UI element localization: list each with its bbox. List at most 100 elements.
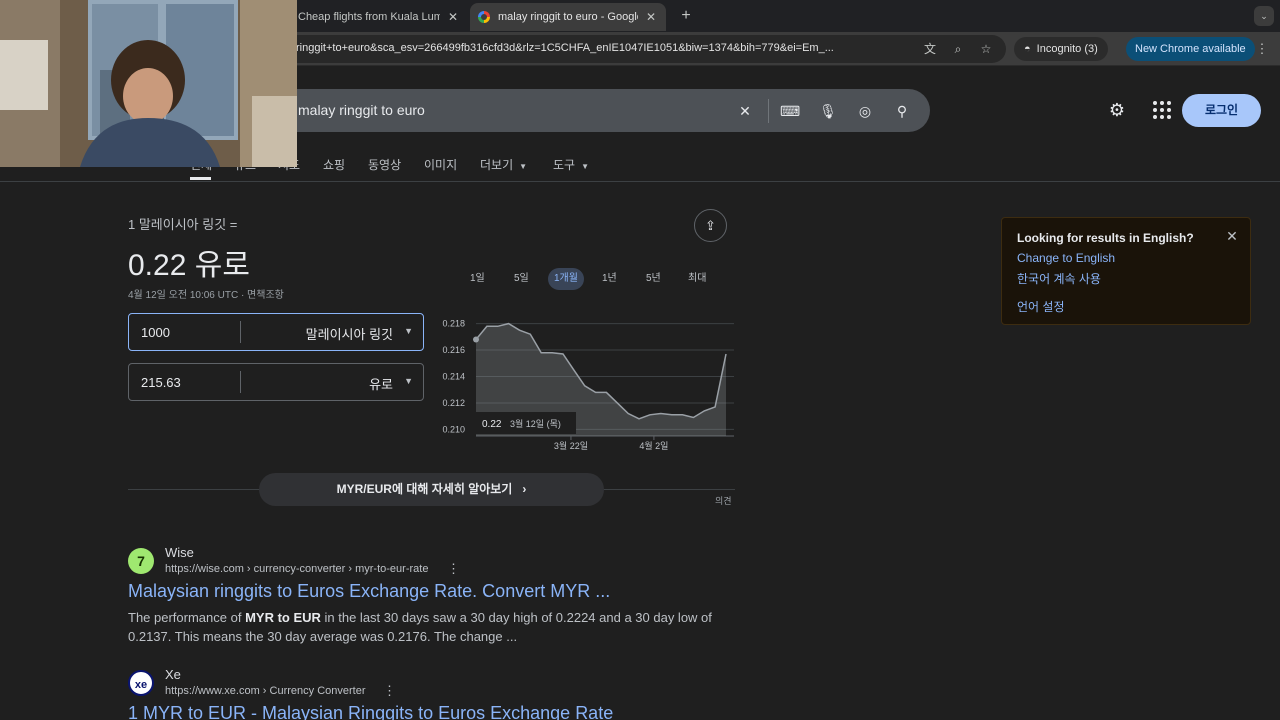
url-text[interactable]: ringgit+to+euro&sca_esv=266499fb316cfd3d… <box>296 42 916 54</box>
range-1d[interactable]: 1일 <box>464 268 491 290</box>
microphone-icon[interactable]: 🎙 <box>818 101 838 121</box>
clear-icon[interactable]: ✕ <box>735 101 755 121</box>
dropdown-arrow-icon[interactable]: ▼ <box>404 326 413 336</box>
keyboard-icon[interactable]: ⌨ <box>780 101 800 121</box>
language-settings-link[interactable]: 언어 설정 <box>1017 298 1065 315</box>
caret-down-icon: ▼ <box>519 162 528 171</box>
webcam-feed-image <box>0 0 297 167</box>
tab-tools[interactable]: 도구 ▼ <box>553 156 589 173</box>
y-tick-label: 0.216 <box>442 345 465 355</box>
y-tick-label: 0.212 <box>442 398 465 408</box>
login-button[interactable]: 로그인 <box>1182 94 1261 127</box>
header-divider <box>0 181 1280 182</box>
result-title-link[interactable]: 1 MYR to EUR - Malaysian Ringgits to Eur… <box>128 703 613 720</box>
tab-title: malay ringgit to euro - Google Search <box>498 11 638 23</box>
converter-result: 0.22 유로 <box>128 249 250 282</box>
amount-to-field[interactable]: 215.63 유로 ▼ <box>128 363 424 401</box>
range-1m[interactable]: 1개월 <box>548 268 584 290</box>
wise-logo-icon: 7 <box>128 548 154 574</box>
exchange-rate-chart[interactable]: 0.218 0.216 0.214 0.212 0.210 3월 22일 4월 2일 0.22… <box>436 306 736 456</box>
tab-search-button[interactable]: ⌄ <box>1254 6 1274 26</box>
currency-to-select[interactable]: 유로 <box>369 374 393 393</box>
close-icon[interactable]: ✕ <box>446 10 460 24</box>
continue-korean-link[interactable]: 한국어 계속 사용 <box>1017 270 1101 287</box>
snippet-highlight: MYR to EUR <box>245 610 321 625</box>
search-icon[interactable]: ⚲ <box>892 101 912 121</box>
xe-logo-icon: xe <box>128 670 154 696</box>
learn-more-label: MYR/EUR에 대해 자세히 알아보기 <box>336 482 513 496</box>
update-label: New Chrome available <box>1135 43 1246 55</box>
caret-down-icon: ▼ <box>581 162 590 171</box>
divider <box>240 321 241 343</box>
currency-from-select[interactable]: 말레이시아 링깃 <box>306 324 393 343</box>
incognito-button[interactable]: ◓ Incognito (3) <box>1014 37 1108 61</box>
y-tick-label: 0.218 <box>442 319 465 329</box>
tab-more[interactable]: 더보기 ▼ <box>480 156 527 173</box>
bookmark-star-icon[interactable]: ☆ <box>978 41 994 57</box>
google-favicon-icon <box>478 11 490 23</box>
chart-range-tabs: 1일 5일 1개월 1년 5년 최대 <box>458 266 728 292</box>
language-suggestion-popup: Looking for results in English? ✕ Change… <box>1001 217 1251 325</box>
x-tick-label: 4월 2일 <box>639 440 668 451</box>
settings-gear-icon[interactable]: ⚙ <box>1106 99 1128 121</box>
tab-tools-label: 도구 <box>553 158 576 172</box>
active-tab-indicator <box>190 177 211 180</box>
amount-to-input[interactable]: 215.63 <box>141 375 181 390</box>
converter-timestamp: 4월 12일 오전 10:06 UTC · 면책조항 <box>128 290 284 301</box>
amount-from-field[interactable]: 1000 말레이시아 링깃 ▼ <box>128 313 424 351</box>
tooltip-value: 0.22 <box>482 419 502 430</box>
more-options-icon[interactable]: ⋮ <box>383 683 396 699</box>
divider <box>240 371 241 393</box>
apps-grid-icon[interactable] <box>1150 99 1172 121</box>
chevron-right-icon: › <box>515 482 527 496</box>
tab-title: Cheap flights from Kuala Lumpur <box>298 11 440 23</box>
share-icon: ⇪ <box>705 218 716 233</box>
tab-cheap-flights[interactable]: Cheap flights from Kuala Lumpur ✕ <box>290 3 468 31</box>
tab-more-label: 더보기 <box>480 158 514 172</box>
result-url[interactable]: https://www.xe.com › Currency Converter <box>165 685 366 697</box>
range-5d[interactable]: 5일 <box>508 268 535 290</box>
close-icon[interactable]: ✕ <box>1224 228 1240 244</box>
popup-title: Looking for results in English? <box>1017 231 1194 245</box>
address-bar[interactable]: ringgit+to+euro&sca_esv=266499fb316cfd3d… <box>200 35 1006 63</box>
update-chrome-button[interactable]: New Chrome available <box>1126 37 1255 61</box>
incognito-label: Incognito (3) <box>1036 43 1098 55</box>
y-tick-label: 0.210 <box>442 424 465 434</box>
learn-more-button[interactable]: MYR/EUR에 대해 자세히 알아보기 › <box>259 473 604 506</box>
zoom-icon[interactable]: ⌕ <box>950 41 966 57</box>
x-tick-label: 3월 22일 <box>554 440 588 451</box>
dropdown-arrow-icon[interactable]: ▼ <box>404 376 413 386</box>
snippet-text: The performance of <box>128 610 246 625</box>
result-title-link[interactable]: Malaysian ringgits to Euros Exchange Rat… <box>128 581 610 602</box>
tab-videos[interactable]: 동영상 <box>368 156 401 173</box>
share-button[interactable]: ⇪ <box>694 209 727 242</box>
divider <box>768 99 769 123</box>
result-site-name[interactable]: Wise <box>165 545 194 560</box>
close-icon[interactable]: ✕ <box>644 10 658 24</box>
search-input[interactable]: malay ringgit to euro <box>298 102 425 118</box>
browser-menu-icon[interactable]: ⋮ <box>1254 40 1270 58</box>
new-tab-button[interactable]: + <box>676 6 696 26</box>
translate-icon[interactable]: 文 <box>922 41 938 57</box>
range-1y[interactable]: 1년 <box>596 268 623 290</box>
webcam-overlay <box>0 0 297 167</box>
incognito-icon: ◓ <box>1024 43 1031 55</box>
tooltip-date: 3월 12일 (목) <box>510 418 561 429</box>
result-site-name[interactable]: Xe <box>165 667 181 682</box>
search-box[interactable]: malay ringgit to euro ✕ ⌨ 🎙 ◎ ⚲ <box>190 89 930 132</box>
hover-point <box>473 336 479 343</box>
tab-images[interactable]: 이미지 <box>424 156 457 173</box>
tab-google-search[interactable]: malay ringgit to euro - Google Search ✕ <box>470 3 666 31</box>
tab-shopping[interactable]: 쇼핑 <box>323 156 345 173</box>
more-options-icon[interactable]: ⋮ <box>447 561 460 577</box>
result-snippet: The performance of MYR to EUR in the las… <box>128 608 728 646</box>
amount-from-input[interactable]: 1000 <box>141 325 170 340</box>
range-max[interactable]: 최대 <box>682 268 712 290</box>
y-tick-label: 0.214 <box>442 372 465 382</box>
range-5y[interactable]: 5년 <box>640 268 667 290</box>
result-url[interactable]: https://wise.com › currency-converter › … <box>165 563 428 575</box>
change-to-english-link[interactable]: Change to English <box>1017 251 1115 265</box>
converter-from-label: 1 말레이시아 링깃 = <box>128 217 238 232</box>
feedback-link[interactable]: 의견 <box>715 494 732 507</box>
lens-camera-icon[interactable]: ◎ <box>855 101 875 121</box>
